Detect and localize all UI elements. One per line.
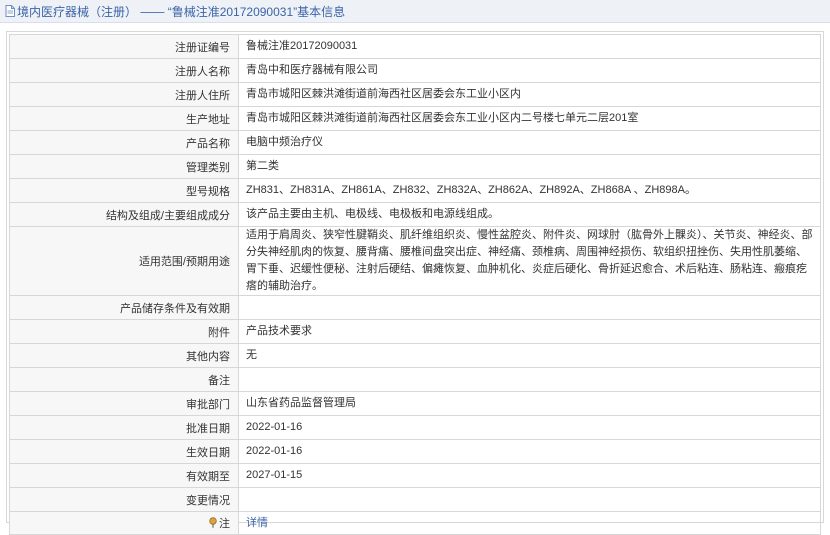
row-label: 管理类别 — [9, 154, 239, 179]
row-label: 批准日期 — [9, 415, 239, 440]
row-value: 青岛中和医疗器械有限公司 — [238, 58, 821, 83]
table-row: 结构及组成/主要组成成分 该产品主要由主机、电极线、电极板和电源线组成。 — [9, 202, 821, 227]
row-label: 生产地址 — [9, 106, 239, 131]
table-row: 产品名称 电脑中频治疗仪 — [9, 130, 821, 155]
breadcrumb-category[interactable]: 境内医疗器械（注册） — [17, 5, 137, 19]
row-value — [238, 295, 821, 320]
note-row: 注 详情 — [9, 511, 821, 535]
row-value — [238, 487, 821, 512]
note-label-cell: 注 — [9, 511, 239, 535]
breadcrumb: 境内医疗器械（注册） —— “鲁械注准20172090031”基本信息 — [17, 3, 345, 20]
row-label: 附件 — [9, 319, 239, 344]
page-header: 境内医疗器械（注册） —— “鲁械注准20172090031”基本信息 — [0, 0, 830, 23]
table-row: 其他内容 无 — [9, 343, 821, 368]
row-value: 青岛市城阳区棘洪滩街道前海西社区居委会东工业小区内 — [238, 82, 821, 107]
row-label: 产品储存条件及有效期 — [9, 295, 239, 320]
row-value: 2027-01-15 — [238, 463, 821, 488]
table-row: 有效期至 2027-01-15 — [9, 463, 821, 488]
table-row: 审批部门 山东省药品监督管理局 — [9, 391, 821, 416]
table-row: 注册人住所 青岛市城阳区棘洪滩街道前海西社区居委会东工业小区内 — [9, 82, 821, 107]
row-value: ZH831、ZH831A、ZH861A、ZH832、ZH832A、ZH862A、… — [238, 178, 821, 203]
table-row: 注册人名称 青岛中和医疗器械有限公司 — [9, 58, 821, 83]
row-value: 2022-01-16 — [238, 415, 821, 440]
table-row: 管理类别 第二类 — [9, 154, 821, 179]
details-link[interactable]: 详情 — [246, 517, 268, 529]
table-row: 注册证编号 鲁械注准20172090031 — [9, 34, 821, 59]
table-row: 批准日期 2022-01-16 — [9, 415, 821, 440]
pin-icon — [208, 517, 218, 528]
page-title: “鲁械注准20172090031”基本信息 — [167, 4, 346, 19]
row-label: 备注 — [9, 367, 239, 392]
table-row: 生效日期 2022-01-16 — [9, 439, 821, 464]
row-label: 注册人名称 — [9, 58, 239, 83]
row-value: 鲁械注准20172090031 — [238, 34, 821, 59]
row-label: 结构及组成/主要组成成分 — [9, 202, 239, 227]
row-value: 青岛市城阳区棘洪滩街道前海西社区居委会东工业小区内二号楼七单元二层201室 — [238, 106, 821, 131]
row-value: 适用于肩周炎、狭窄性腱鞘炎、肌纤维组织炎、慢性盆腔炎、附件炎、网球肘（肱骨外上髁… — [238, 226, 821, 296]
table-row: 变更情况 — [9, 487, 821, 512]
row-value: 第二类 — [238, 154, 821, 179]
row-label: 审批部门 — [9, 391, 239, 416]
row-label: 型号规格 — [9, 178, 239, 203]
table-row: 生产地址 青岛市城阳区棘洪滩街道前海西社区居委会东工业小区内二号楼七单元二层20… — [9, 106, 821, 131]
row-value — [238, 367, 821, 392]
row-value: 山东省药品监督管理局 — [238, 391, 821, 416]
row-value: 无 — [238, 343, 821, 368]
table-row: 型号规格 ZH831、ZH831A、ZH861A、ZH832、ZH832A、ZH… — [9, 178, 821, 203]
row-label: 有效期至 — [9, 463, 239, 488]
table-row: 产品储存条件及有效期 — [9, 295, 821, 320]
table-row: 适用范围/预期用途 适用于肩周炎、狭窄性腱鞘炎、肌纤维组织炎、慢性盆腔炎、附件炎… — [9, 226, 821, 296]
note-label: 注 — [219, 518, 230, 530]
info-table: 注册证编号 鲁械注准20172090031 注册人名称 青岛中和医疗器械有限公司… — [9, 34, 821, 535]
row-value: 该产品主要由主机、电极线、电极板和电源线组成。 — [238, 202, 821, 227]
row-value: 产品技术要求 — [238, 319, 821, 344]
row-label: 生效日期 — [9, 439, 239, 464]
row-label: 适用范围/预期用途 — [9, 226, 239, 296]
row-label: 注册证编号 — [9, 34, 239, 59]
row-value: 2022-01-16 — [238, 439, 821, 464]
row-label: 产品名称 — [9, 130, 239, 155]
row-label: 其他内容 — [9, 343, 239, 368]
breadcrumb-separator: —— — [140, 4, 165, 18]
table-row: 附件 产品技术要求 — [9, 319, 821, 344]
note-value: 详情 — [238, 511, 821, 535]
row-label: 变更情况 — [9, 487, 239, 512]
row-value: 电脑中频治疗仪 — [238, 130, 821, 155]
document-icon — [5, 5, 15, 17]
table-row: 备注 — [9, 367, 821, 392]
row-label: 注册人住所 — [9, 82, 239, 107]
